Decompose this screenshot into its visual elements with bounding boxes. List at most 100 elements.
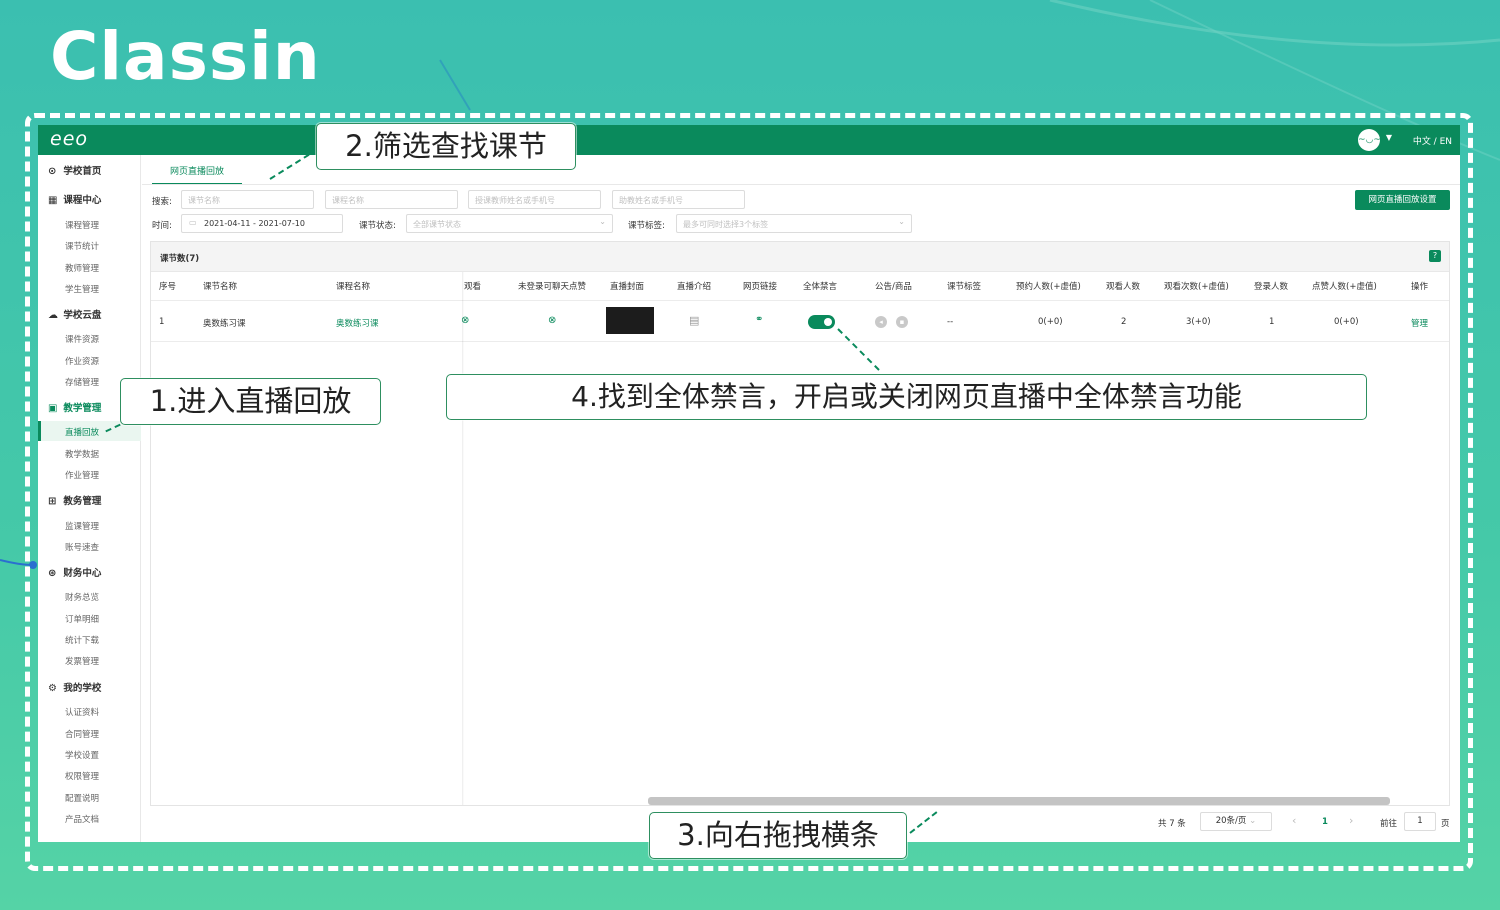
tab-live-replay[interactable]: 网页直播回放 [152, 155, 242, 185]
assistant-input[interactable]: 助教姓名或手机号 [612, 190, 745, 209]
sidebar-group-course-center[interactable]: ▦ 课程中心 [48, 192, 101, 206]
live-cover-thumbnail[interactable] [606, 307, 654, 334]
tag-select[interactable]: 最多可同时选择3个标签 ⌄ [676, 214, 912, 233]
tab-divider [142, 184, 1460, 185]
sidebar-item-order-details[interactable]: 订单明细 [65, 613, 99, 625]
col-logins: 登录人数 [1254, 282, 1289, 292]
col-lesson-tag: 课节标签 [947, 282, 982, 292]
row-index: 1 [159, 317, 165, 327]
gear-icon: ⚙ [48, 683, 57, 694]
mute-all-toggle[interactable] [808, 315, 835, 329]
course-name-input[interactable]: 课程名称 [325, 190, 458, 209]
col-notice-goods: 公告/商品 [875, 282, 912, 292]
link-icon[interactable]: ⚭ [755, 314, 763, 325]
finance-icon: ⊛ [48, 568, 57, 579]
lesson-count: 课节数(7) [160, 254, 200, 264]
row-views: 3(+0) [1186, 317, 1211, 327]
live-replay-settings-button[interactable]: 网页直播回放设置 [1355, 190, 1450, 210]
col-likes: 点赞人数(+虚值) [1312, 282, 1377, 292]
manage-link[interactable]: 管理 [1411, 317, 1428, 329]
horizontal-scrollbar[interactable] [648, 797, 1390, 805]
row-logins: 1 [1269, 317, 1275, 327]
sidebar-item-permissions[interactable]: 权限管理 [65, 770, 99, 782]
col-web-link: 网页链接 [743, 282, 778, 292]
avatar[interactable]: ~◡~ [1358, 129, 1381, 151]
sidebar-item-stats-download[interactable]: 统计下载 [65, 634, 99, 646]
sidebar-item-teacher-manage[interactable]: 教师管理 [65, 262, 99, 274]
sidebar-item-product-docs[interactable]: 产品文档 [65, 813, 99, 825]
sidebar-group-home[interactable]: ⊙ 学校首页 [48, 163, 101, 177]
document-icon[interactable]: ▤ [689, 314, 699, 327]
col-reserve: 预约人数(+虚值) [1016, 282, 1081, 292]
language-switch[interactable]: 中文 / EN [1413, 134, 1452, 147]
sidebar-item-homework-resources[interactable]: 作业资源 [65, 355, 99, 367]
grid-icon: ⊞ [48, 496, 57, 507]
col-cover: 直播封面 [610, 282, 645, 292]
caret-down-icon[interactable]: ▼ [1386, 133, 1392, 142]
row-viewers: 2 [1121, 317, 1127, 327]
row-lesson-name: 奥数练习课 [203, 319, 246, 329]
app-window: eeo ~◡~ ▼ 中文 / EN ⊙ 学校首页 ▦ 课程中心 课程管理 课节统… [38, 125, 1460, 842]
teaching-icon: ▣ [48, 403, 58, 414]
page-unit-label: 页 [1441, 819, 1450, 829]
goto-label: 前往 [1380, 819, 1398, 829]
circle-x-icon: ⊗ [548, 315, 557, 326]
callout-step-1: 1.进入直播回放 [120, 378, 381, 425]
sidebar-item-invoice-manage[interactable]: 发票管理 [65, 655, 99, 667]
sidebar-group-cloud[interactable]: ☁ 学校云盘 [48, 307, 101, 321]
next-page-button[interactable]: › [1349, 814, 1353, 827]
callout-step-3: 3.向右拖拽横条 [649, 812, 907, 859]
page-size-select[interactable]: 20条/页 ⌄ [1200, 812, 1272, 831]
sidebar-item-school-settings[interactable]: 学校设置 [65, 749, 99, 761]
classin-logo: Classin [50, 18, 321, 95]
col-index: 序号 [159, 282, 177, 292]
sidebar-item-course-manage[interactable]: 课程管理 [65, 219, 99, 231]
col-actions: 操作 [1411, 282, 1429, 292]
goto-page-input[interactable]: 1 [1404, 812, 1436, 831]
col-viewers: 观看人数 [1106, 282, 1141, 292]
sidebar-item-teaching-data[interactable]: 教学数据 [65, 448, 99, 460]
chevron-down-icon: ⌄ [1249, 816, 1257, 826]
help-icon[interactable]: ? [1429, 250, 1441, 262]
callout-step-4: 4.找到全体禁言，开启或关闭网页直播中全体禁言功能 [446, 374, 1367, 420]
lesson-table: 课节数(7) ? 序号 课节名称 课程名称 观看 未登录可聊天点赞 直播封面 直… [150, 241, 1450, 806]
sidebar-group-academic[interactable]: ⊞ 教务管理 [48, 493, 101, 507]
home-icon: ⊙ [48, 166, 57, 177]
table-summary-bar: 课节数(7) ? [151, 242, 1449, 272]
sidebar-group-finance[interactable]: ⊛ 财务中心 [48, 565, 101, 579]
notice-icon[interactable]: ◂ [875, 316, 887, 328]
goods-icon[interactable]: ▪ [896, 316, 908, 328]
tag-label: 课节标签: [628, 221, 665, 231]
cloud-icon: ☁ [48, 310, 58, 321]
sidebar-item-config-guide[interactable]: 配置说明 [65, 792, 99, 804]
sidebar-item-certification[interactable]: 认证资料 [65, 706, 99, 718]
search-label: 搜索: [152, 197, 172, 207]
lesson-name-input[interactable]: 课节名称 [181, 190, 314, 209]
current-page[interactable]: 1 [1322, 817, 1328, 827]
sidebar-group-my-school[interactable]: ⚙ 我的学校 [48, 680, 101, 694]
row-course-link[interactable]: 奥数练习课 [336, 317, 379, 329]
calendar-icon: ▭ [189, 218, 197, 227]
sidebar-item-student-manage[interactable]: 学生管理 [65, 283, 99, 295]
sidebar: ⊙ 学校首页 ▦ 课程中心 课程管理 课节统计 教师管理 学生管理 ☁ 学校云盘… [38, 155, 141, 842]
row-reserve: 0(+0) [1038, 317, 1063, 327]
sidebar-item-lesson-stats[interactable]: 课节统计 [65, 240, 99, 252]
sidebar-item-courseware[interactable]: 课件资源 [65, 333, 99, 345]
sidebar-item-homework-manage[interactable]: 作业管理 [65, 469, 99, 481]
col-guest-chat: 未登录可聊天点赞 [518, 282, 587, 292]
prev-page-button[interactable]: ‹ [1292, 814, 1296, 827]
teacher-input[interactable]: 授课教师姓名或手机号 [468, 190, 601, 209]
date-range-picker[interactable]: ▭ 2021-04-11 - 2021-07-10 [181, 214, 343, 233]
sidebar-item-storage[interactable]: 存储管理 [65, 376, 99, 388]
sidebar-item-finance-overview[interactable]: 财务总览 [65, 591, 99, 603]
col-mute-all: 全体禁言 [803, 282, 838, 292]
calendar-icon: ▦ [48, 195, 58, 206]
sidebar-item-account-lookup[interactable]: 账号速查 [65, 541, 99, 553]
status-select[interactable]: 全部课节状态 ⌄ [406, 214, 613, 233]
sidebar-item-contract[interactable]: 合同管理 [65, 728, 99, 740]
row-likes: 0(+0) [1334, 317, 1359, 327]
sidebar-item-class-monitor[interactable]: 监课管理 [65, 520, 99, 532]
row-tag: -- [947, 317, 954, 327]
sidebar-group-teaching[interactable]: ▣ 教学管理 [48, 400, 101, 414]
sidebar-item-live-replay[interactable]: 直播回放 [65, 426, 99, 438]
